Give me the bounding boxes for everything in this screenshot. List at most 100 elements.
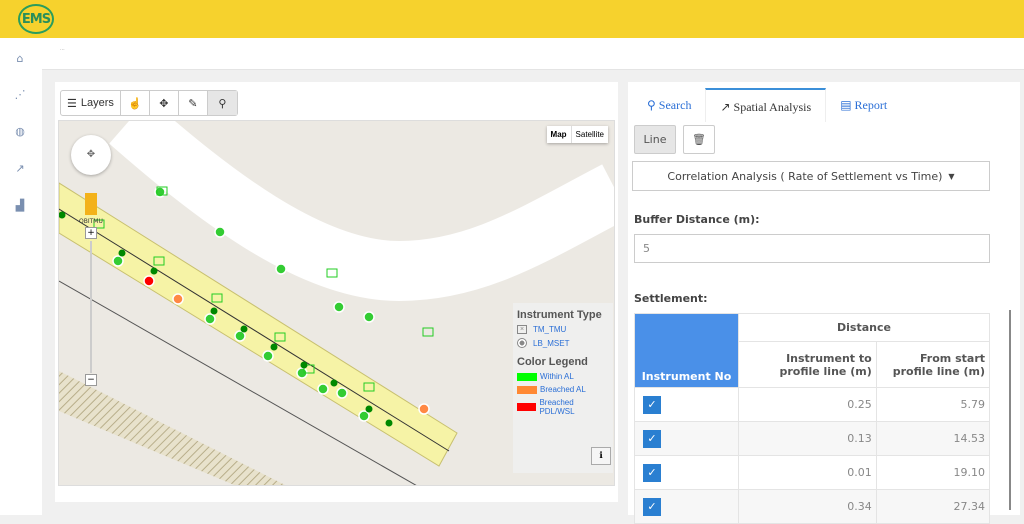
row-checkbox[interactable]: ✓ [643,463,661,482]
mset-marker[interactable] [317,383,329,395]
panel-tabs: ⚲ Search ↗ Spatial Analysis ▤ Report [633,88,901,122]
table-row: ✓ 0.34 27.34 [634,489,991,524]
hand-icon: ☝ [128,97,142,110]
mset-marker[interactable] [363,311,375,323]
profile-point [385,419,393,427]
info-icon: ℹ [599,451,603,461]
row-checkbox[interactable]: ✓ [643,497,661,516]
tab-spatial-analysis[interactable]: ↗ Spatial Analysis [705,88,827,122]
zoom-slider[interactable] [90,241,92,373]
from-start-cell: 19.10 [875,455,991,490]
pdf-icon: ▤ [840,98,855,112]
search-icon: ⚲ [647,98,659,112]
profile-point [240,325,248,333]
home-icon[interactable]: ⌂ [12,52,28,66]
to-profile-cell: 0.01 [738,455,877,490]
pan-control[interactable]: ✥ [71,135,111,175]
hatched-area [59,371,286,485]
mset-marker[interactable] [143,275,155,287]
settlement-table: Instrument No Distance Instrument to prof… [634,313,991,524]
profile-point [300,361,308,369]
tmu-icon: × [517,325,527,334]
list-icon: ☰ [67,97,77,110]
map-type-control: Map Satellite [546,126,608,143]
col-group-distance: Distance [738,313,990,342]
search-map-button[interactable]: ⚲ [207,91,237,115]
from-start-cell: 14.53 [875,421,991,456]
mset-icon [517,338,527,348]
pegman-icon[interactable] [85,193,97,215]
analysis-dropdown[interactable]: Correlation Analysis ( Rate of Settlemen… [632,161,990,191]
profile-point [210,307,218,315]
search-icon: ⚲ [218,97,227,110]
move-button[interactable]: ✥ [150,91,179,115]
pan-button[interactable]: ☝ [121,91,150,115]
mset-marker[interactable] [204,313,216,325]
mset-marker[interactable] [172,293,184,305]
mset-marker[interactable] [358,410,370,422]
mset-marker[interactable] [262,350,274,362]
mset-marker[interactable] [234,330,246,342]
analysis-panel: ⚲ Search ↗ Spatial Analysis ▤ Report Lin… [628,82,1020,524]
tmu-marker[interactable] [422,327,434,337]
profile-point [365,405,373,413]
col-instrument-no[interactable]: Instrument No [634,313,739,388]
zoom-in-button[interactable]: + [85,227,97,239]
buffer-label: Buffer Distance (m): [634,213,760,226]
sidebar: ⌂ ⋰ ◍ ↗ ▟ [0,38,42,515]
map-card: ☰ Layers ☝ ✥ ✎ ⚲ ✥ OBITMU + − Map Satelli… [55,82,618,502]
profile-point [330,379,338,387]
delete-button[interactable]: 🗑 [683,125,715,154]
map-toolbar: ☰ Layers ☝ ✥ ✎ ⚲ [60,90,238,116]
profile-point [270,343,278,351]
to-profile-cell: 0.34 [738,489,877,524]
settlement-label: Settlement: [634,292,708,305]
swatch-breached-pdl [517,403,537,411]
swatch-breached-al [517,385,537,394]
tab-search[interactable]: ⚲ Search [633,88,705,122]
ems-logo[interactable]: EMS [18,4,54,34]
zoom-label: OBITMU [79,218,103,225]
layers-button[interactable]: ☰ Layers [61,91,121,115]
to-profile-cell: 0.13 [738,421,877,456]
mset-marker[interactable] [418,403,430,415]
row-checkbox[interactable]: ✓ [643,429,661,448]
mset-marker[interactable] [336,387,348,399]
map-type-satellite[interactable]: Satellite [572,126,608,143]
trash-icon: 🗑 [692,133,706,146]
table-row: ✓ 0.13 14.53 [634,421,991,456]
globe-icon[interactable]: ◍ [12,125,28,139]
profile-point [118,249,126,257]
line-chart-icon: ↗ [720,100,734,114]
panel-scrollbar[interactable] [1009,310,1011,510]
map-canvas[interactable]: ✥ OBITMU + − Map Satellite Instrument Ty… [58,120,615,486]
col-to-profile[interactable]: Instrument to profile line (m) [738,341,877,388]
zoom-out-button[interactable]: − [85,374,97,386]
profile-point [150,267,158,275]
tab-report[interactable]: ▤ Report [826,88,901,122]
line-button[interactable]: Line [634,125,676,154]
from-start-cell: 5.79 [875,387,991,422]
row-checkbox[interactable]: ✓ [643,395,661,414]
breadcrumb: ... [42,38,1024,70]
top-header: EMS [0,0,1024,38]
mset-marker[interactable] [333,301,345,313]
mset-marker[interactable] [112,255,124,267]
bar-chart-icon[interactable]: ▟ [12,199,28,213]
draw-button[interactable]: ✎ [179,91,208,115]
crosshair-icon: ✥ [159,97,169,110]
mset-marker[interactable] [275,263,287,275]
road [109,121,614,302]
table-row: ✓ 0.25 5.79 [634,387,991,422]
mset-marker[interactable] [214,226,226,238]
pencil-icon: ✎ [188,97,198,110]
buffer-distance-input[interactable]: 5 [634,234,990,263]
map-type-map[interactable]: Map [547,126,572,143]
network-icon[interactable]: ⋰ [12,88,28,102]
col-from-start[interactable]: From start profile line (m) [875,341,991,388]
to-profile-cell: 0.25 [738,387,877,422]
line-chart-icon[interactable]: ↗ [12,162,28,176]
table-row: ✓ 0.01 19.10 [634,455,991,490]
info-button[interactable]: ℹ [591,447,611,465]
caret-down-icon: ▼ [948,171,955,181]
